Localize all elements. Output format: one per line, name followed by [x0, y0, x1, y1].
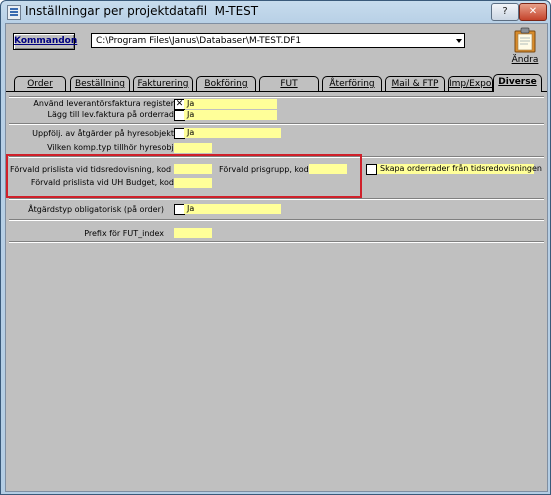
close-button[interactable]: ✕ — [519, 3, 547, 21]
database-path-value: C:\Program Files\Janus\Databaser\M-TEST.… — [96, 36, 302, 46]
section-divider — [9, 241, 544, 243]
database-path-dropdown[interactable]: C:\Program Files\Janus\Databaser\M-TEST.… — [91, 33, 465, 48]
lev-register-label: Använd leverantörsfaktura register — [33, 99, 174, 108]
form-area: Kommandon C:\Program Files\Janus\Databas… — [5, 23, 548, 492]
tab-bar: Order Beställning Fakturering Bokföring … — [6, 74, 547, 92]
section-divider — [9, 219, 544, 221]
skapa-orderrader-checkbox[interactable] — [366, 164, 377, 175]
atgardstyp-field[interactable]: Ja — [184, 204, 281, 214]
prefix-field[interactable] — [174, 228, 212, 238]
lev-register-field[interactable]: Ja — [184, 99, 277, 109]
komp-typ-label: Vilken komp.typ tillhör hyresobjekt... — [47, 143, 194, 152]
komp-typ-field[interactable] — [174, 143, 212, 153]
uppfolj-label: Uppfölj. av åtgärder på hyresobjekt — [32, 129, 174, 138]
app-icon — [7, 5, 21, 20]
tab-fut[interactable]: FUT — [259, 76, 319, 91]
tab-bokforing[interactable]: Bokföring — [196, 76, 256, 91]
chevron-down-icon[interactable] — [456, 39, 462, 43]
highlight-box — [6, 154, 362, 198]
tab-order[interactable]: Order — [14, 76, 66, 91]
window-title: Inställningar per projektdatafil M-TEST — [25, 4, 259, 18]
section-divider — [9, 96, 544, 98]
skapa-orderrader-label: Skapa orderrader från tidsredovisningen — [377, 164, 542, 174]
title-bar[interactable]: Inställningar per projektdatafil M-TEST … — [1, 1, 550, 23]
atgardstyp-label: Åtgärdstyp obligatorisk (på order) — [28, 205, 164, 214]
tab-diverse[interactable]: Diverse — [493, 74, 542, 92]
andra-button[interactable]: Ändra — [509, 27, 541, 67]
lev-orderrad-label: Lägg till lev.faktura på orderrad — [47, 110, 174, 119]
section-divider — [9, 198, 544, 200]
andra-label: Ändra — [511, 55, 539, 65]
tab-imp-export[interactable]: Imp/Export — [448, 76, 499, 91]
toolbar: Kommandon C:\Program Files\Janus\Databas… — [6, 24, 547, 72]
tab-aterforing[interactable]: Återföring — [322, 76, 382, 91]
prefix-label: Prefix för FUT_index — [84, 229, 164, 238]
uppfolj-field[interactable]: Ja — [184, 128, 281, 138]
help-button[interactable]: ? — [491, 3, 519, 21]
kommandon-button[interactable]: Kommandon — [13, 33, 77, 50]
tab-fakturering[interactable]: Fakturering — [133, 76, 193, 91]
tab-bestallning[interactable]: Beställning — [70, 76, 130, 91]
lev-orderrad-field[interactable]: Ja — [184, 110, 277, 120]
tab-mail-ftp[interactable]: Mail & FTP — [385, 76, 445, 91]
clipboard-icon — [514, 27, 536, 53]
window: Inställningar per projektdatafil M-TEST … — [0, 0, 551, 495]
section-divider — [9, 123, 544, 125]
